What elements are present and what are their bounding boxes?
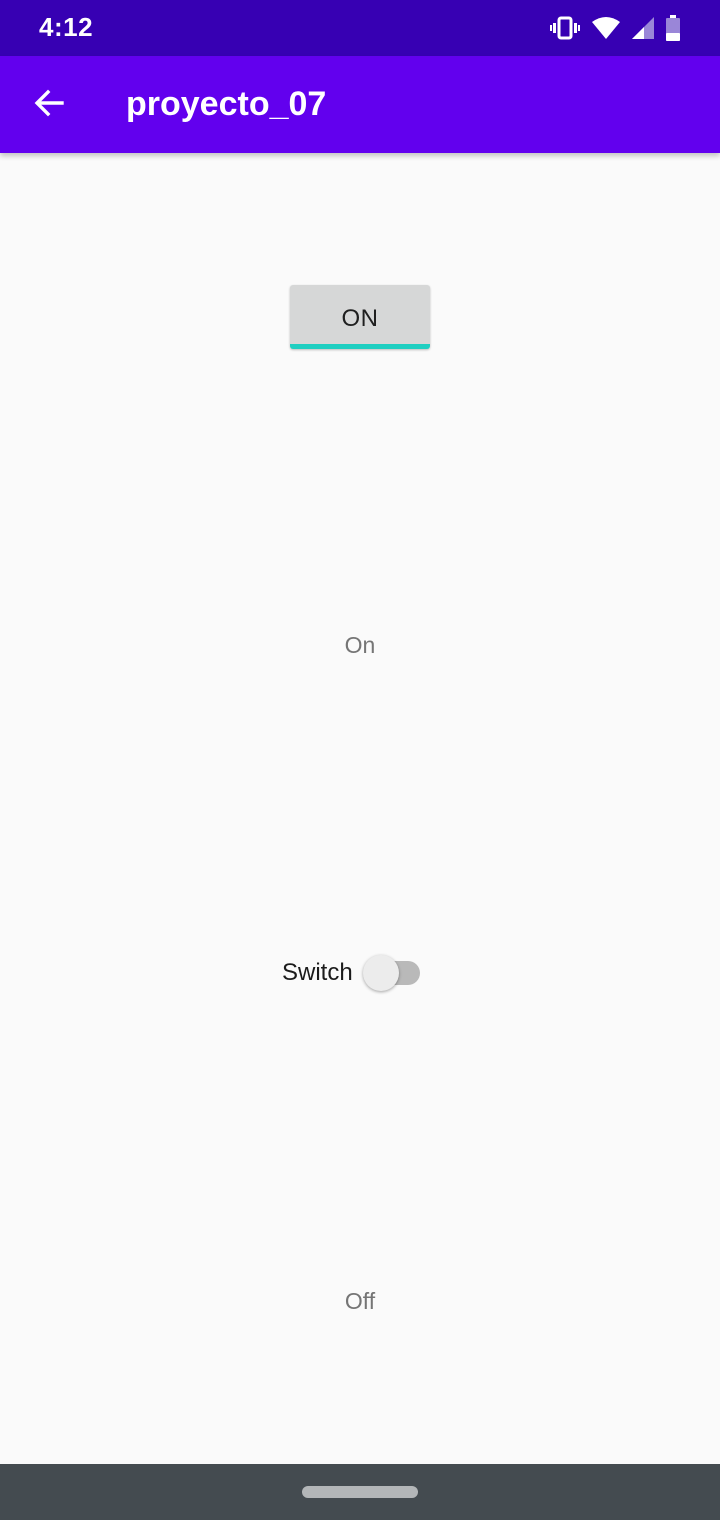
signal-icon bbox=[632, 17, 654, 39]
arrow-back-icon bbox=[33, 87, 65, 124]
navigation-bar bbox=[0, 1464, 720, 1520]
battery-icon bbox=[666, 15, 680, 41]
wifi-icon bbox=[592, 16, 620, 40]
toggle-button[interactable]: ON bbox=[290, 285, 430, 349]
switch-state-text: Off bbox=[344, 1288, 376, 1314]
toggle-state-text: On bbox=[344, 632, 376, 658]
status-bar: 4:12 bbox=[0, 0, 720, 56]
status-time: 4:12 bbox=[39, 12, 94, 42]
switch-thumb[interactable] bbox=[363, 955, 399, 991]
home-handle[interactable] bbox=[302, 1486, 418, 1498]
vibrate-icon bbox=[550, 15, 580, 41]
status-icons bbox=[550, 13, 680, 43]
toggle-indicator bbox=[290, 344, 430, 349]
app-bar: proyecto_07 bbox=[0, 56, 720, 153]
toggle-button-label: ON bbox=[341, 305, 379, 332]
app-title: proyecto_07 bbox=[126, 85, 327, 123]
switch-control[interactable]: Switch bbox=[282, 954, 432, 992]
back-button[interactable] bbox=[22, 78, 76, 132]
switch-label: Switch bbox=[282, 959, 353, 986]
